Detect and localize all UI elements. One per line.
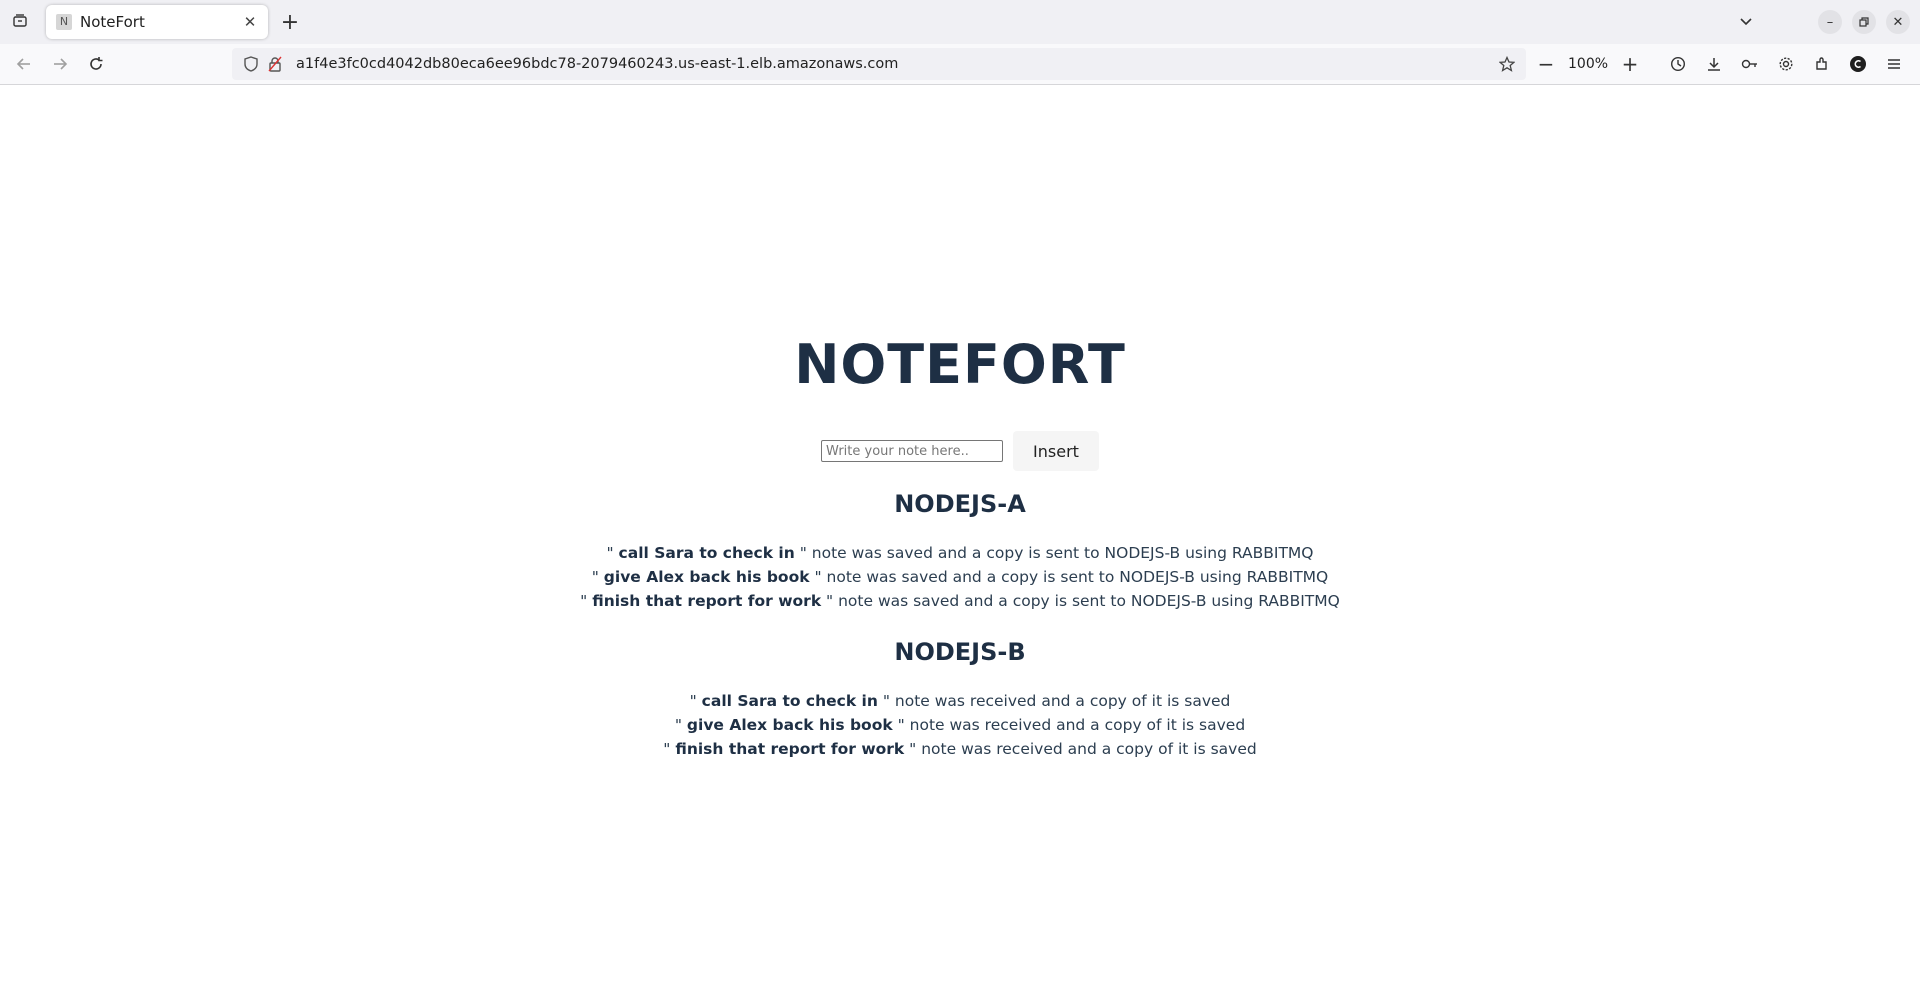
close-window-icon[interactable]: ✕ bbox=[1886, 10, 1910, 34]
toolbar-icons bbox=[1664, 50, 1908, 78]
favicon-icon: N bbox=[56, 14, 72, 30]
passwords-key-icon[interactable] bbox=[1736, 50, 1764, 78]
section-title-nodejs-a: NODEJS-A bbox=[894, 490, 1026, 518]
tab-list-icon[interactable] bbox=[8, 8, 32, 34]
note-text: finish that report for work bbox=[675, 740, 905, 758]
address-bar[interactable]: a1f4e3fc0cd4042db80eca6ee96bdc78-2079460… bbox=[232, 48, 1526, 80]
bookmark-star-icon[interactable] bbox=[1494, 51, 1520, 77]
zoom-in-icon[interactable]: + bbox=[1616, 50, 1644, 78]
insert-button[interactable]: Insert bbox=[1013, 431, 1099, 471]
list-item: " call Sara to check in " note was saved… bbox=[606, 544, 1314, 562]
reload-icon[interactable] bbox=[82, 50, 110, 78]
history-icon[interactable] bbox=[1664, 50, 1692, 78]
account-avatar-icon[interactable] bbox=[1844, 50, 1872, 78]
list-item: " finish that report for work " note was… bbox=[580, 592, 1340, 610]
settings-gear-icon[interactable] bbox=[1772, 50, 1800, 78]
note-text: give Alex back his book bbox=[686, 716, 893, 734]
zoom-out-icon[interactable]: − bbox=[1532, 50, 1560, 78]
browser-tab[interactable]: N NoteFort ✕ bbox=[46, 5, 268, 39]
list-item: " call Sara to check in " note was recei… bbox=[689, 692, 1231, 710]
back-icon[interactable] bbox=[10, 50, 38, 78]
note-text: give Alex back his book bbox=[603, 568, 810, 586]
minimize-icon[interactable]: – bbox=[1818, 10, 1842, 34]
tab-title: NoteFort bbox=[80, 13, 145, 31]
zoom-controls: − 100% + bbox=[1532, 50, 1644, 78]
forward-icon[interactable] bbox=[46, 50, 74, 78]
note-form: Insert bbox=[0, 431, 1920, 471]
note-text: call Sara to check in bbox=[701, 692, 878, 710]
extensions-icon[interactable] bbox=[1808, 50, 1836, 78]
page-content: NOTEFORT Insert NODEJS-A " call Sara to … bbox=[0, 85, 1920, 995]
new-tab-icon[interactable]: + bbox=[278, 10, 302, 35]
insecure-lock-icon[interactable] bbox=[264, 53, 286, 75]
tab-strip: N NoteFort ✕ + – ✕ bbox=[0, 0, 1920, 44]
section-title-nodejs-b: NODEJS-B bbox=[894, 638, 1026, 666]
note-text: finish that report for work bbox=[592, 592, 822, 610]
nodejs-b-note-list: " call Sara to check in " note was recei… bbox=[0, 689, 1920, 761]
zoom-level[interactable]: 100% bbox=[1560, 56, 1616, 72]
list-item: " give Alex back his book " note was sav… bbox=[591, 568, 1329, 586]
tracking-protection-icon[interactable] bbox=[240, 53, 262, 75]
downloads-icon[interactable] bbox=[1700, 50, 1728, 78]
nodejs-a-note-list: " call Sara to check in " note was saved… bbox=[0, 541, 1920, 613]
list-all-tabs-icon[interactable] bbox=[1734, 10, 1758, 34]
note-text: call Sara to check in bbox=[618, 544, 795, 562]
close-tab-icon[interactable]: ✕ bbox=[240, 12, 260, 32]
url-text: a1f4e3fc0cd4042db80eca6ee96bdc78-2079460… bbox=[296, 56, 899, 72]
list-item: " give Alex back his book " note was rec… bbox=[674, 716, 1246, 734]
app-title: NOTEFORT bbox=[794, 333, 1126, 396]
note-input[interactable] bbox=[821, 440, 1004, 462]
window-controls: – ✕ bbox=[1734, 10, 1910, 34]
menu-hamburger-icon[interactable] bbox=[1880, 50, 1908, 78]
restore-icon[interactable] bbox=[1852, 10, 1876, 34]
navigation-bar: a1f4e3fc0cd4042db80eca6ee96bdc78-2079460… bbox=[0, 44, 1920, 85]
list-item: " finish that report for work " note was… bbox=[663, 740, 1257, 758]
